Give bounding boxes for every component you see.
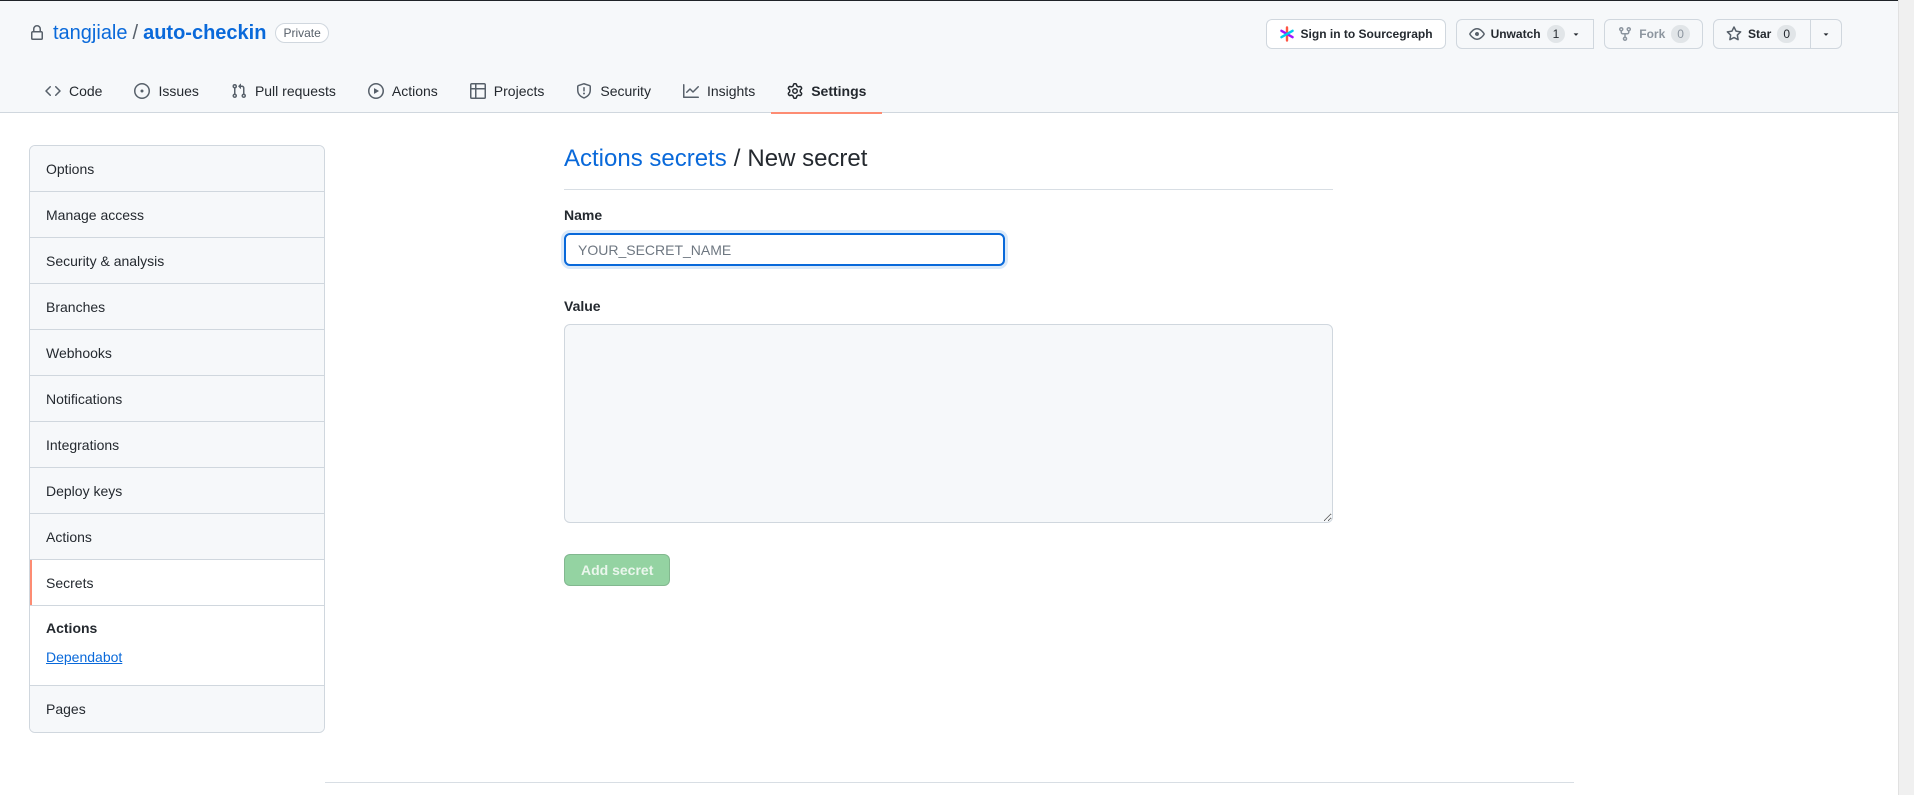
tab-label: Insights [706,83,756,99]
fork-count: 0 [1671,25,1690,43]
footer-divider [325,782,1574,783]
tab-issues[interactable]: Issues [118,69,214,113]
fork-button[interactable]: Fork 0 [1604,19,1703,49]
tab-label: Code [69,83,103,99]
new-secret-form: Actions secrets / New secret Name Value … [564,145,1333,586]
star-label: Star [1747,27,1772,41]
sourcegraph-button[interactable]: Sign in to Sourcegraph [1265,19,1446,49]
repo-name-link[interactable]: auto-checkin [143,22,266,45]
sidebar-item-notifications[interactable]: Notifications [30,376,324,422]
actions-secrets-link[interactable]: Actions secrets [564,145,727,173]
sourcegraph-icon [1279,26,1294,42]
repo-actions: Sign in to Sourcegraph Unwatch 1 Fork 0 … [1265,19,1842,49]
chevron-down-icon [1823,33,1829,36]
heading-separator: / [733,145,741,172]
sidebar-item-security-analysis[interactable]: Security & analysis [30,238,324,284]
repo-header: tangjiale / auto-checkin Private Sign in… [0,1,1898,114]
tab-insights[interactable]: Insights [667,69,771,113]
sidebar-item-integrations[interactable]: Integrations [30,422,324,468]
sidebar-item-manage-access[interactable]: Manage access [30,192,324,238]
star-lists-dropdown[interactable] [1811,19,1842,49]
secrets-sub-dependabot-link[interactable]: Dependabot [46,649,308,671]
tab-code[interactable]: Code [29,69,118,113]
repo-tabs: Code Issues Pull requests Actions Projec… [29,69,883,114]
shield-icon [577,83,592,99]
fork-icon [1619,27,1632,42]
sidebar-item-secrets[interactable]: Secrets [30,560,324,606]
repo-path-separator: / [132,21,139,44]
tab-label: Pull requests [254,83,336,99]
tab-label: Settings [811,83,867,99]
value-field-label: Value [564,298,601,314]
page-title: Actions secrets / New secret [564,145,1333,190]
star-button-group: Star 0 [1712,19,1842,49]
tab-pull-requests[interactable]: Pull requests [215,69,352,113]
sidebar-item-actions[interactable]: Actions [30,514,324,560]
tab-settings[interactable]: Settings [771,69,883,114]
table-icon [469,83,486,99]
repo-title: tangjiale / auto-checkin Private [29,19,329,47]
play-icon [367,83,384,99]
secret-value-textarea[interactable] [564,324,1333,523]
add-secret-button[interactable]: Add secret [564,554,671,586]
secrets-sub-actions[interactable]: Actions [46,620,308,642]
sourcegraph-label: Sign in to Sourcegraph [1300,27,1433,41]
unwatch-button[interactable]: Unwatch 1 [1455,19,1595,49]
watch-button-group: Unwatch 1 [1455,19,1595,49]
eye-icon [1468,28,1485,40]
issue-icon [134,83,151,99]
secrets-submenu: Actions Dependabot [30,606,324,686]
star-button[interactable]: Star 0 [1712,19,1811,49]
settings-sidebar: Options Manage access Security & analysi… [29,145,325,733]
tab-projects[interactable]: Projects [454,69,561,113]
repo-owner-link[interactable]: tangjiale [53,22,128,45]
tab-label: Issues [158,83,199,99]
star-icon [1726,26,1742,41]
fork-label: Fork [1639,27,1666,41]
sidebar-item-branches[interactable]: Branches [30,284,324,330]
sidebar-item-webhooks[interactable]: Webhooks [30,330,324,376]
unwatch-label: Unwatch [1490,27,1541,41]
tab-label: Actions [391,83,438,99]
secret-name-input[interactable] [564,233,1005,266]
tab-label: Security [600,83,651,99]
heading-current: New secret [747,145,868,172]
gear-icon [787,83,803,99]
watch-count: 1 [1546,25,1566,43]
sidebar-item-pages[interactable]: Pages [30,686,324,732]
chevron-down-icon [1573,33,1579,36]
tab-actions[interactable]: Actions [352,69,454,113]
name-field-label: Name [564,207,603,223]
tab-security[interactable]: Security [560,69,667,113]
lock-icon [29,25,45,41]
visibility-badge: Private [275,23,329,43]
sidebar-item-options[interactable]: Options [30,146,324,192]
graph-icon [682,84,699,98]
page-scrollbar[interactable] [1898,0,1914,795]
star-count: 0 [1777,25,1796,43]
sidebar-item-deploy-keys[interactable]: Deploy keys [30,468,324,514]
pull-request-icon [232,83,246,99]
code-icon [45,85,61,97]
tab-label: Projects [493,83,545,99]
